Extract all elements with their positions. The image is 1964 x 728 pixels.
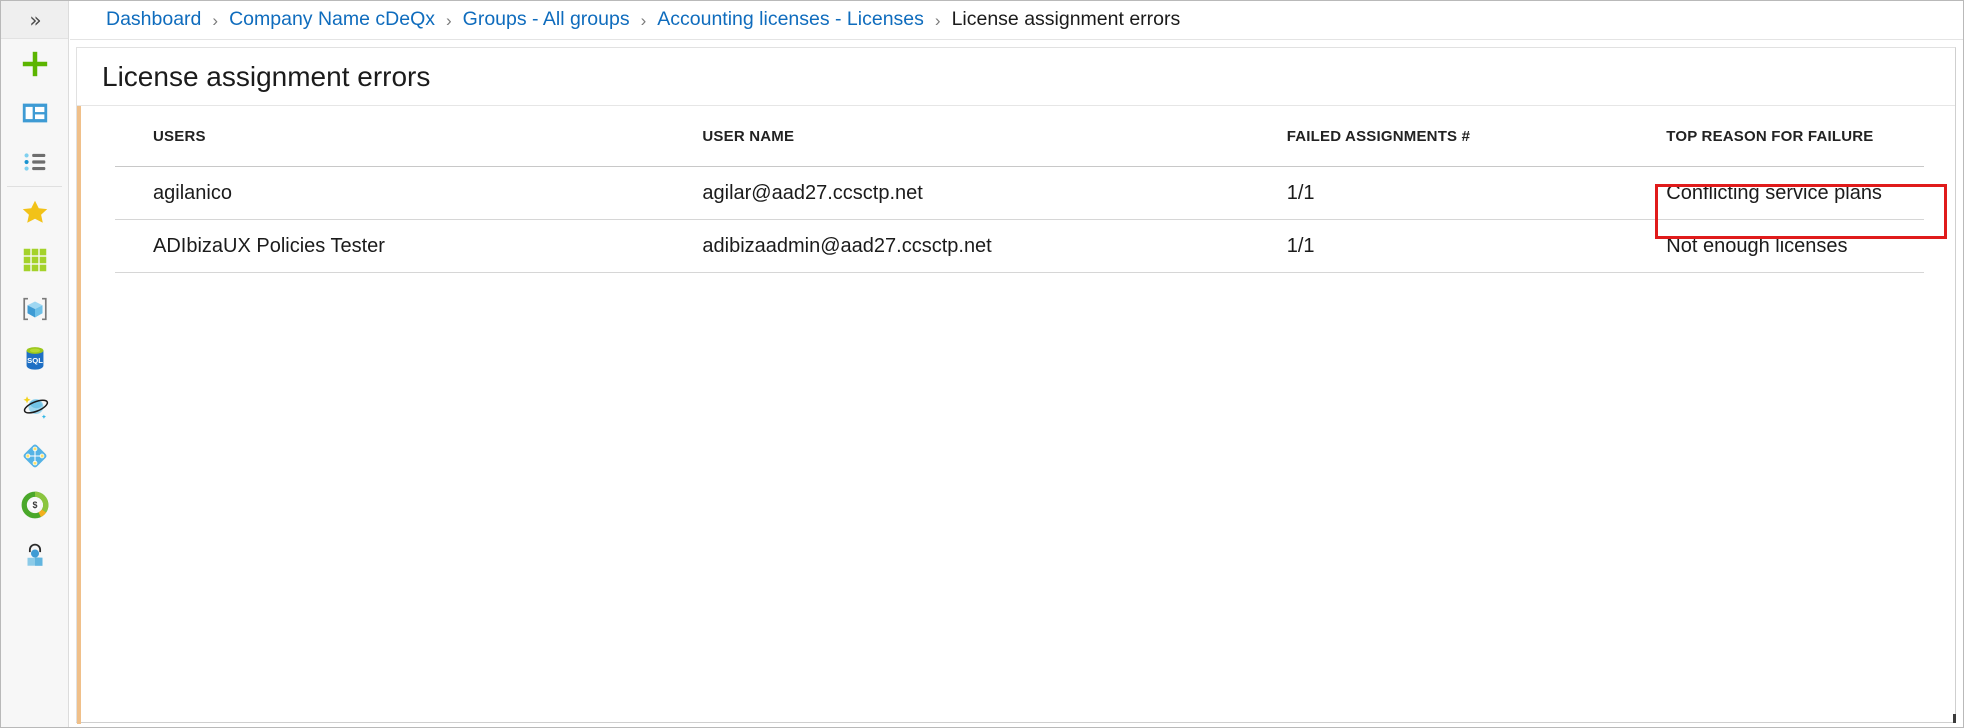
- rail-divider: [7, 186, 62, 187]
- dashboard-icon: [22, 103, 47, 122]
- column-header-failed-assignments[interactable]: FAILED ASSIGNMENTS #: [1287, 128, 1667, 145]
- azure-active-directory-icon: [27, 543, 42, 566]
- star-icon: [22, 200, 47, 223]
- page-title: License assignment errors: [102, 60, 431, 92]
- rail-expand-button[interactable]: »: [1, 1, 68, 39]
- license-assignment-errors-blade: License assignment errors USERS USER NAM…: [76, 47, 1956, 724]
- table-row[interactable]: agilanico agilar@aad27.ccsctp.net 1/1 Co…: [115, 167, 1924, 220]
- cell-users: agilanico: [153, 181, 232, 204]
- svg-text:SQL: SQL: [27, 356, 43, 365]
- svg-text:$: $: [32, 500, 37, 510]
- sidebar-item-create-resource[interactable]: [1, 39, 68, 88]
- blade-accent-bar: [77, 106, 81, 724]
- sidebar-item-cosmos-db[interactable]: [1, 382, 68, 431]
- cell-users: ADIbizaUX Policies Tester: [153, 234, 385, 257]
- cell-top-reason-for-failure: Conflicting service plans: [1666, 181, 1882, 204]
- license-errors-table: USERS USER NAME FAILED ASSIGNMENTS # TOP…: [115, 107, 1924, 273]
- grid-tiles-icon: [23, 248, 46, 271]
- sql-database-icon: SQL: [26, 346, 43, 370]
- azure-diamond-icon: [23, 444, 46, 467]
- blade-header: License assignment errors: [77, 48, 1955, 106]
- table-header-row: USERS USER NAME FAILED ASSIGNMENTS # TOP…: [115, 107, 1924, 167]
- cell-user-name: adibizaadmin@aad27.ccsctp.net: [702, 234, 992, 257]
- chevron-right-icon: ›: [445, 10, 452, 30]
- cell-top-reason-for-failure: Not enough licenses: [1666, 234, 1848, 257]
- sidebar-item-dashboard[interactable]: [1, 88, 68, 137]
- cell-failed-assignments: 1/1: [1286, 234, 1315, 257]
- breadcrumb-item-groups-all-groups[interactable]: Groups - All groups: [463, 10, 630, 30]
- chevron-right-icon: ›: [640, 10, 647, 30]
- sidebar-item-cost-management[interactable]: $: [1, 480, 68, 529]
- breadcrumb-item-company-name[interactable]: Company Name cDeQx: [229, 10, 435, 30]
- sidebar-item-sql-databases[interactable]: SQL: [1, 333, 68, 382]
- column-header-top-reason-for-failure[interactable]: TOP REASON FOR FAILURE: [1666, 128, 1924, 145]
- breadcrumb-item-accounting-licenses[interactable]: Accounting licenses - Licenses: [657, 10, 924, 30]
- breadcrumb: Dashboard › Company Name cDeQx › Groups …: [70, 1, 1963, 40]
- chevron-right-icon: ›: [212, 10, 219, 30]
- breadcrumb-item-license-assignment-errors: License assignment errors: [951, 8, 1181, 31]
- chevron-double-right-icon: »: [29, 7, 41, 32]
- all-services-list-icon: [24, 152, 45, 171]
- table-row[interactable]: ADIbizaUX Policies Tester adibizaadmin@a…: [115, 220, 1924, 273]
- cell-user-name: agilar@aad27.ccsctp.net: [702, 181, 923, 204]
- column-header-users[interactable]: USERS: [115, 128, 702, 145]
- sidebar-item-virtual-networks[interactable]: [1, 431, 68, 480]
- cell-failed-assignments: 1/1: [1286, 181, 1315, 204]
- cost-donut-dollar-icon: $: [21, 491, 48, 518]
- sidebar-item-azure-active-directory[interactable]: [1, 529, 68, 578]
- cosmos-db-planet-icon: [22, 395, 48, 419]
- sidebar-item-resource-groups[interactable]: [1, 284, 68, 333]
- sidebar-item-all-services[interactable]: [1, 137, 68, 186]
- chevron-right-icon: ›: [934, 10, 941, 30]
- plus-icon: [22, 51, 47, 76]
- cursor-artifact-mark: [1953, 714, 1956, 723]
- breadcrumb-item-dashboard[interactable]: Dashboard: [106, 10, 201, 30]
- azure-portal-window: » SQL $ Dashboard › Company Name cDeQx ›…: [0, 0, 1964, 728]
- left-navigation-rail: » SQL $: [1, 1, 69, 727]
- cube-box-icon: [22, 297, 47, 320]
- sidebar-item-favorites[interactable]: [1, 186, 68, 235]
- sidebar-item-all-resources[interactable]: [1, 235, 68, 284]
- column-header-user-name[interactable]: USER NAME: [702, 128, 1286, 145]
